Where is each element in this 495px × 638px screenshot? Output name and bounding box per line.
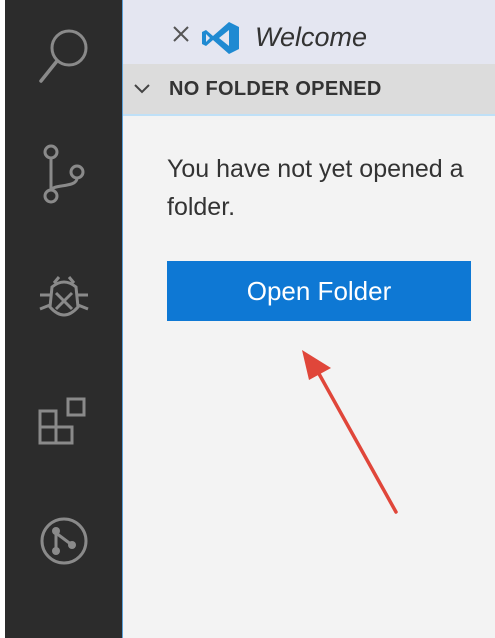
no-folder-section-header[interactable]: NO FOLDER OPENED: [123, 64, 495, 116]
activity-extensions[interactable]: [5, 378, 122, 468]
search-icon: [38, 29, 87, 83]
close-icon[interactable]: [171, 24, 191, 44]
vscode-window: Welcome NO FOLDER OPENED You have not ye…: [0, 0, 495, 638]
welcome-tab[interactable]: Welcome: [123, 0, 495, 64]
activity-search[interactable]: [5, 12, 122, 102]
tab-title: Welcome: [255, 22, 368, 52]
debug-icon: [38, 276, 89, 317]
remote-icon: [40, 517, 87, 565]
chevron-down-icon: [134, 84, 150, 94]
no-folder-message: You have not yet opened a folder.: [167, 155, 464, 221]
vscode-logo-icon: [202, 22, 239, 54]
explorer-sidebar: Welcome NO FOLDER OPENED You have not ye…: [122, 0, 495, 638]
activity-debug[interactable]: [5, 252, 122, 342]
activity-bar: [5, 0, 122, 638]
activity-remote[interactable]: [5, 496, 122, 586]
extensions-icon: [38, 397, 85, 445]
open-folder-button[interactable]: Open Folder: [167, 261, 471, 321]
activity-source-control[interactable]: [5, 130, 122, 220]
section-title: NO FOLDER OPENED: [169, 78, 382, 100]
source-control-icon: [43, 144, 84, 204]
